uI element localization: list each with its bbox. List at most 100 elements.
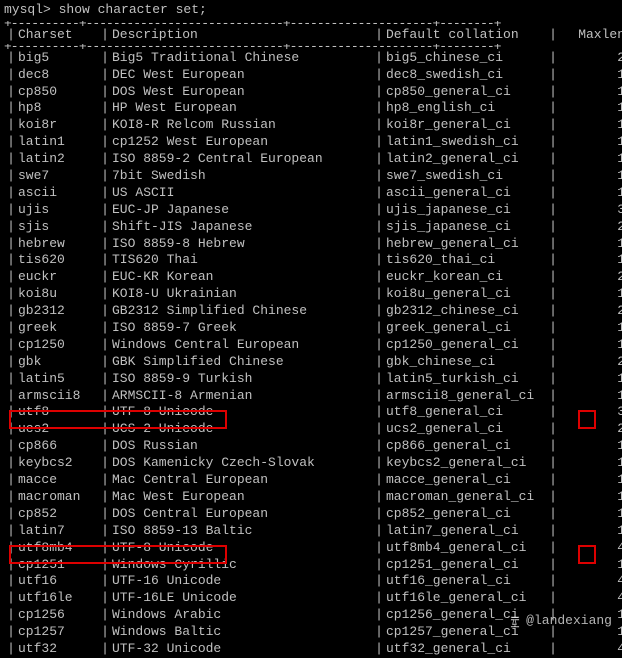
cell-description: Mac Central European [112, 472, 372, 489]
divider: | [372, 269, 386, 286]
cell-collation: gbk_chinese_ci [386, 354, 546, 371]
divider: | [4, 455, 18, 472]
cell-maxlen: 3 [560, 202, 622, 219]
cell-charset: hebrew [18, 236, 98, 253]
cell-charset: macroman [18, 489, 98, 506]
divider: | [546, 185, 560, 202]
header-collation: Default collation [386, 27, 546, 44]
cell-description: Big5 Traditional Chinese [112, 50, 372, 67]
divider: | [98, 472, 112, 489]
cell-maxlen: 1 [560, 117, 622, 134]
table-row: |latin2|ISO 8859-2 Central European|lati… [0, 151, 622, 168]
cell-description: Shift-JIS Japanese [112, 219, 372, 236]
cell-description: EUC-KR Korean [112, 269, 372, 286]
divider: | [372, 185, 386, 202]
divider: | [546, 472, 560, 489]
divider: | [546, 371, 560, 388]
cell-charset: cp1257 [18, 624, 98, 641]
cell-description: UTF-8 Unicode [112, 540, 372, 557]
divider: | [98, 388, 112, 405]
divider: | [98, 27, 112, 44]
cell-collation: ujis_japanese_ci [386, 202, 546, 219]
divider: | [4, 185, 18, 202]
divider: | [98, 269, 112, 286]
table-row: |gbk|GBK Simplified Chinese|gbk_chinese_… [0, 354, 622, 371]
cell-description: TIS620 Thai [112, 252, 372, 269]
cell-charset: utf8 [18, 404, 98, 421]
table-row: |ujis|EUC-JP Japanese|ujis_japanese_ci|3… [0, 202, 622, 219]
divider: | [98, 421, 112, 438]
cell-description: UTF-8 Unicode [112, 404, 372, 421]
cell-description: GBK Simplified Chinese [112, 354, 372, 371]
cell-charset: dec8 [18, 67, 98, 84]
cell-description: ISO 8859-13 Baltic [112, 523, 372, 540]
divider: | [98, 590, 112, 607]
cell-collation: big5_chinese_ci [386, 50, 546, 67]
divider: | [98, 455, 112, 472]
divider: | [546, 320, 560, 337]
divider: | [4, 557, 18, 574]
cell-collation: swe7_swedish_ci [386, 168, 546, 185]
divider: | [372, 573, 386, 590]
cell-maxlen: 1 [560, 67, 622, 84]
divider: | [546, 573, 560, 590]
divider: | [372, 67, 386, 84]
table-row: |utf8|UTF-8 Unicode|utf8_general_ci|3| [0, 404, 622, 421]
divider: | [546, 134, 560, 151]
divider: | [4, 202, 18, 219]
cell-maxlen: 1 [560, 134, 622, 151]
cell-collation: utf8_general_ci [386, 404, 546, 421]
table-row: |ascii|US ASCII|ascii_general_ci|1| [0, 185, 622, 202]
divider: | [372, 320, 386, 337]
table-row: |utf32|UTF-32 Unicode|utf32_general_ci|4… [0, 641, 622, 658]
cell-description: Windows Baltic [112, 624, 372, 641]
divider: | [546, 557, 560, 574]
cell-description: DOS Central European [112, 506, 372, 523]
divider: | [4, 134, 18, 151]
cell-maxlen: 1 [560, 438, 622, 455]
cell-maxlen: 4 [560, 573, 622, 590]
cell-charset: ucs2 [18, 421, 98, 438]
divider: | [4, 100, 18, 117]
divider: | [372, 354, 386, 371]
divider: | [4, 523, 18, 540]
cell-collation: gb2312_chinese_ci [386, 303, 546, 320]
divider: | [98, 371, 112, 388]
cell-collation: euckr_korean_ci [386, 269, 546, 286]
cell-maxlen: 3 [560, 404, 622, 421]
divider: | [546, 404, 560, 421]
divider: | [98, 624, 112, 641]
cell-description: DOS Kamenicky Czech-Slovak [112, 455, 372, 472]
cell-description: UTF-32 Unicode [112, 641, 372, 658]
table-row: |keybcs2|DOS Kamenicky Czech-Slovak|keyb… [0, 455, 622, 472]
divider: | [98, 320, 112, 337]
divider: | [98, 303, 112, 320]
divider: | [546, 506, 560, 523]
cell-collation: sjis_japanese_ci [386, 219, 546, 236]
divider: | [372, 421, 386, 438]
divider: | [546, 84, 560, 101]
divider: | [4, 269, 18, 286]
divider: | [372, 134, 386, 151]
divider: | [98, 117, 112, 134]
cell-description: Windows Cyrillic [112, 557, 372, 574]
cell-collation: utf16le_general_ci [386, 590, 546, 607]
cell-description: ARMSCII-8 Armenian [112, 388, 372, 405]
table-row: |utf16|UTF-16 Unicode|utf16_general_ci|4… [0, 573, 622, 590]
table-row: |utf8mb4|UTF-8 Unicode|utf8mb4_general_c… [0, 540, 622, 557]
cell-maxlen: 1 [560, 523, 622, 540]
cell-maxlen: 1 [560, 455, 622, 472]
cell-collation: cp1250_general_ci [386, 337, 546, 354]
divider: | [546, 67, 560, 84]
cell-maxlen: 1 [560, 236, 622, 253]
cell-maxlen: 1 [560, 151, 622, 168]
cell-charset: macce [18, 472, 98, 489]
cell-maxlen: 1 [560, 286, 622, 303]
divider: | [372, 523, 386, 540]
cell-maxlen: 1 [560, 472, 622, 489]
divider: | [372, 117, 386, 134]
divider: | [372, 219, 386, 236]
zhihu-icon [508, 615, 522, 629]
divider: | [4, 624, 18, 641]
cell-charset: cp850 [18, 84, 98, 101]
